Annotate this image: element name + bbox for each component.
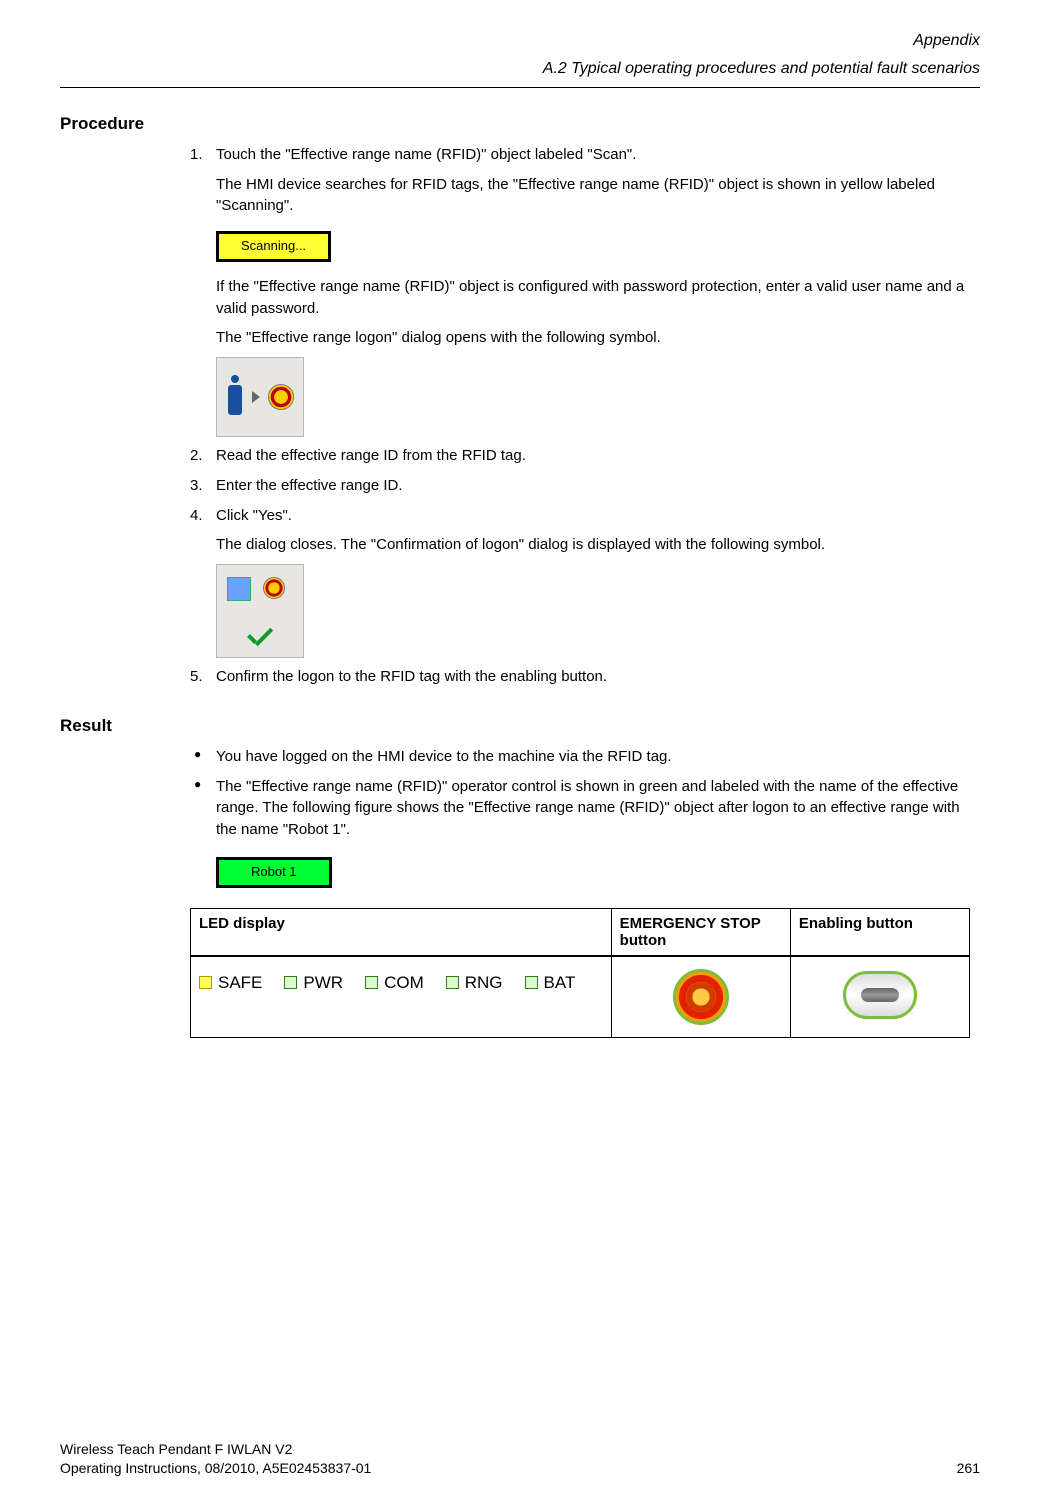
emergency-stop-icon (673, 969, 729, 1025)
result-heading: Result (60, 716, 980, 736)
step-3: Enter the effective range ID. (190, 475, 970, 497)
step-4-text: Click "Yes". (216, 507, 292, 524)
led-rng: RNG (446, 973, 503, 993)
step-1-sub2: If the "Effective range name (RFID)" obj… (216, 276, 970, 320)
arrow-right-icon (252, 391, 260, 403)
step-2: Read the effective range ID from the RFI… (190, 445, 970, 467)
led-bat: BAT (525, 973, 576, 993)
header-rule (60, 87, 980, 88)
step-4: Click "Yes". The dialog closes. The "Con… (190, 505, 970, 659)
th-enable: Enabling button (790, 908, 969, 956)
scanning-button: Scanning... (216, 231, 331, 262)
logon-dialog-symbol (216, 357, 304, 437)
footer-product: Wireless Teach Pendant F IWLAN V2 (60, 1440, 371, 1460)
th-estop: EMERGENCY STOP button (611, 908, 790, 956)
page-footer: Wireless Teach Pendant F IWLAN V2 Operat… (60, 1440, 980, 1479)
led-box-green-icon (525, 976, 538, 989)
checkmark-icon (245, 629, 277, 649)
led-rng-label: RNG (465, 973, 503, 993)
step-1-text: Touch the "Effective range name (RFID)" … (216, 146, 636, 163)
step-1: Touch the "Effective range name (RFID)" … (190, 144, 970, 437)
rfid-beacon-icon (263, 577, 285, 599)
led-pwr: PWR (284, 973, 343, 993)
status-table: LED display EMERGENCY STOP button Enabli… (190, 908, 970, 1038)
footer-docinfo: Operating Instructions, 08/2010, A5E0245… (60, 1459, 371, 1479)
procedure-list: Touch the "Effective range name (RFID)" … (190, 144, 970, 688)
enabling-button-inner-icon (861, 988, 899, 1002)
th-led-display: LED display (191, 908, 612, 956)
table-row: SAFE PWR COM RNG (191, 956, 970, 1038)
confirm-dialog-symbol (216, 564, 304, 658)
led-bat-label: BAT (544, 973, 576, 993)
chip-icon (227, 577, 251, 601)
led-safe: SAFE (199, 973, 262, 993)
result-item-2: The "Effective range name (RFID)" operat… (190, 776, 970, 894)
page-number: 261 (957, 1459, 980, 1479)
result-item-2-text: The "Effective range name (RFID)" operat… (216, 778, 960, 839)
rfid-beacon-icon (268, 384, 294, 410)
led-box-green-icon (284, 976, 297, 989)
led-box-green-icon (446, 976, 459, 989)
header-section: A.2 Typical operating procedures and pot… (60, 58, 980, 80)
led-box-yellow-icon (199, 976, 212, 989)
led-row: SAFE PWR COM RNG (199, 963, 603, 1023)
procedure-heading: Procedure (60, 114, 980, 134)
led-safe-label: SAFE (218, 973, 262, 993)
led-box-green-icon (365, 976, 378, 989)
header-appendix: Appendix (60, 30, 980, 52)
enabling-button-icon (843, 971, 917, 1019)
led-com: COM (365, 973, 424, 993)
result-item-1: You have logged on the HMI device to the… (190, 746, 970, 768)
led-com-label: COM (384, 973, 424, 993)
robot1-button: Robot 1 (216, 857, 332, 888)
step-4-sub1: The dialog closes. The "Confirmation of … (216, 534, 970, 556)
person-icon (226, 375, 244, 419)
step-5: Confirm the logon to the RFID tag with t… (190, 666, 970, 688)
led-pwr-label: PWR (303, 973, 343, 993)
step-1-sub1: The HMI device searches for RFID tags, t… (216, 174, 970, 218)
result-list: You have logged on the HMI device to the… (190, 746, 970, 894)
step-1-sub3: The "Effective range logon" dialog opens… (216, 327, 970, 349)
